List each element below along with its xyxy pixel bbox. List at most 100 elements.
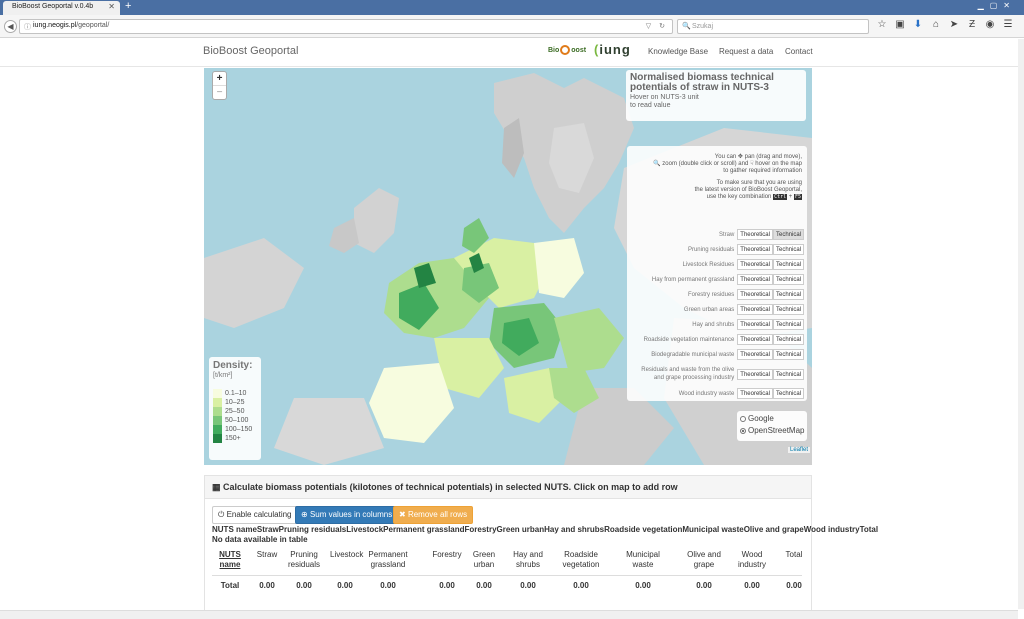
total-value: 0.00	[296, 581, 312, 590]
hay-grassland-technical-button[interactable]: Technical	[772, 274, 804, 285]
browser-tab[interactable]: BioBoost Geoportal v.0.4b ✕	[3, 1, 120, 15]
search-icon: 🔍	[682, 23, 691, 30]
column-header[interactable]: Straw	[256, 550, 278, 574]
reload-icon[interactable]: ▽ ↻	[646, 22, 668, 30]
legend-item: 10–25	[213, 398, 257, 407]
straw-technical-button[interactable]: Technical	[772, 229, 804, 240]
site-info-icon[interactable]: ⓘ	[24, 22, 31, 32]
home-icon[interactable]: ⌂	[927, 19, 945, 30]
horizontal-scrollbar[interactable]	[0, 610, 1018, 619]
browser-navbar: ◀ ⓘ iung.neogis.pl/geoportal/ ▽ ↻ 🔍 Szuk…	[0, 15, 1024, 38]
radio-icon[interactable]	[740, 415, 746, 422]
window-controls[interactable]: ▁▢✕	[978, 1, 1016, 10]
layer-row-green-urban: Green urban areas Theoretical Technical	[684, 304, 804, 315]
column-header[interactable]: Forestry	[432, 550, 462, 574]
enable-calculating-button[interactable]: ⏻ Enable calculating	[212, 506, 298, 524]
basemap-google[interactable]: Google	[740, 414, 804, 423]
tab-close-icon[interactable]: ✕	[108, 2, 115, 11]
grid-icon: ▦	[212, 482, 221, 492]
no-data-message: No data available in table	[212, 535, 308, 544]
nav-knowledge-base[interactable]: Knowledge Base	[648, 47, 708, 56]
radio-selected-icon[interactable]	[740, 427, 746, 434]
send-icon[interactable]: ➤	[945, 19, 963, 30]
zoom-out-button[interactable]: −	[213, 85, 226, 98]
column-header[interactable]: Green urban	[472, 550, 496, 574]
menu-icon[interactable]: ☰	[999, 19, 1017, 30]
column-header[interactable]: NUTS name	[212, 550, 248, 574]
hay-grassland-theoretical-button[interactable]: Theoretical	[737, 274, 773, 285]
livestock-technical-button[interactable]: Technical	[772, 259, 804, 270]
green-urban-technical-button[interactable]: Technical	[772, 304, 804, 315]
hay-shrubs-theoretical-button[interactable]: Theoretical	[737, 319, 773, 330]
leaflet-attribution-link[interactable]: Leaflet	[787, 447, 810, 453]
bookmarks-icon[interactable]: ▣	[891, 19, 909, 30]
straw-theoretical-button[interactable]: Theoretical	[737, 229, 773, 240]
column-header[interactable]: Permanent grassland	[363, 550, 413, 574]
bioboost-logo[interactable]: Bio oost	[548, 45, 586, 55]
livestock-theoretical-button[interactable]: Theoretical	[737, 259, 773, 270]
density-legend: Density: [t/km²] 0.1–10 10–25 25–50 50–1…	[209, 357, 261, 460]
table-divider	[212, 575, 802, 576]
layer-row-wood-industry: Wood industry waste Theoretical Technica…	[679, 388, 804, 399]
map-canvas[interactable]: + − Normalised biomass technical potenti…	[204, 68, 812, 465]
column-header[interactable]: Hay and shrubs	[511, 550, 545, 574]
nav-request-data[interactable]: Request a data	[719, 47, 773, 56]
wood-industry-theoretical-button[interactable]: Theoretical	[737, 388, 773, 399]
legend-swatch	[213, 416, 222, 425]
address-bar[interactable]: ⓘ iung.neogis.pl/geoportal/ ▽ ↻	[19, 19, 673, 34]
download-icon[interactable]: ⬇	[909, 19, 927, 30]
column-header[interactable]: Olive and grape	[684, 550, 724, 574]
municipal-technical-button[interactable]: Technical	[772, 349, 804, 360]
back-icon[interactable]: ◀	[4, 20, 17, 33]
forestry-theoretical-button[interactable]: Theoretical	[737, 289, 773, 300]
power-icon: ⏻	[218, 510, 225, 519]
addon-icon[interactable]: Ƶ	[963, 19, 981, 30]
total-value: 0.00	[573, 581, 589, 590]
layer-row-hay-grassland: Hay from permanent grassland Theoretical…	[652, 274, 804, 285]
key-f5: F5	[793, 194, 802, 200]
forestry-technical-button[interactable]: Technical	[772, 289, 804, 300]
vertical-scrollbar[interactable]	[1018, 39, 1024, 609]
municipal-theoretical-button[interactable]: Theoretical	[737, 349, 773, 360]
column-header[interactable]: Municipal waste	[623, 550, 663, 574]
olive-grape-theoretical-button[interactable]: Theoretical	[737, 368, 773, 380]
total-value: 0.00	[380, 581, 396, 590]
search-input[interactable]: 🔍 Szukaj	[677, 19, 869, 34]
wood-industry-technical-button[interactable]: Technical	[772, 388, 804, 399]
roadside-technical-button[interactable]: Technical	[772, 334, 804, 345]
sum-values-button[interactable]: ⊕ Sum values in columns	[295, 506, 399, 524]
map-help-text: You can ✥ pan (drag and move), 🔍 zoom (d…	[653, 154, 802, 200]
remove-all-rows-button[interactable]: ✖ Remove all rows	[393, 506, 474, 524]
legend-swatch	[213, 398, 222, 407]
plus-circle-icon: ⊕	[301, 510, 308, 519]
hay-shrubs-technical-button[interactable]: Technical	[772, 319, 804, 330]
total-value: 0.00	[259, 581, 275, 590]
legend-title: Density:	[213, 360, 253, 371]
column-header[interactable]: Roadside vegetation	[556, 550, 606, 574]
new-tab-icon[interactable]: +	[125, 0, 131, 12]
zoom-in-button[interactable]: +	[213, 72, 226, 85]
iung-logo[interactable]: (iung	[594, 42, 631, 57]
legend-unit: [t/km²]	[213, 372, 233, 379]
nav-contact[interactable]: Contact	[785, 47, 813, 56]
url-text: iung.neogis.pl/geoportal/	[33, 22, 110, 29]
basemap-openstreetmap[interactable]: OpenStreetMap	[740, 426, 804, 435]
layer-row-olive-grape: Residuals and waste from the olive and g…	[634, 364, 804, 384]
pruning-theoretical-button[interactable]: Theoretical	[737, 244, 773, 255]
column-header[interactable]: Pruning residuals	[282, 550, 326, 574]
zoom-control: + −	[212, 71, 227, 100]
column-header[interactable]: Livestock	[330, 550, 363, 574]
layer-row-livestock: Livestock Residues Theoretical Technical	[683, 259, 804, 270]
olive-grape-technical-button[interactable]: Technical	[772, 368, 804, 380]
column-header[interactable]: Wood industry	[730, 550, 774, 574]
column-header[interactable]: Total	[783, 550, 805, 574]
bookmark-star-icon[interactable]: ☆	[873, 19, 891, 30]
roadside-theoretical-button[interactable]: Theoretical	[737, 334, 773, 345]
total-value: 0.00	[635, 581, 651, 590]
total-value: 0.00	[786, 581, 802, 590]
site-brand[interactable]: BioBoost Geoportal	[203, 45, 298, 57]
chat-icon[interactable]: ◉	[981, 19, 999, 30]
layer-row-straw: Straw Theoretical Technical	[719, 229, 804, 240]
green-urban-theoretical-button[interactable]: Theoretical	[737, 304, 773, 315]
pruning-technical-button[interactable]: Technical	[772, 244, 804, 255]
